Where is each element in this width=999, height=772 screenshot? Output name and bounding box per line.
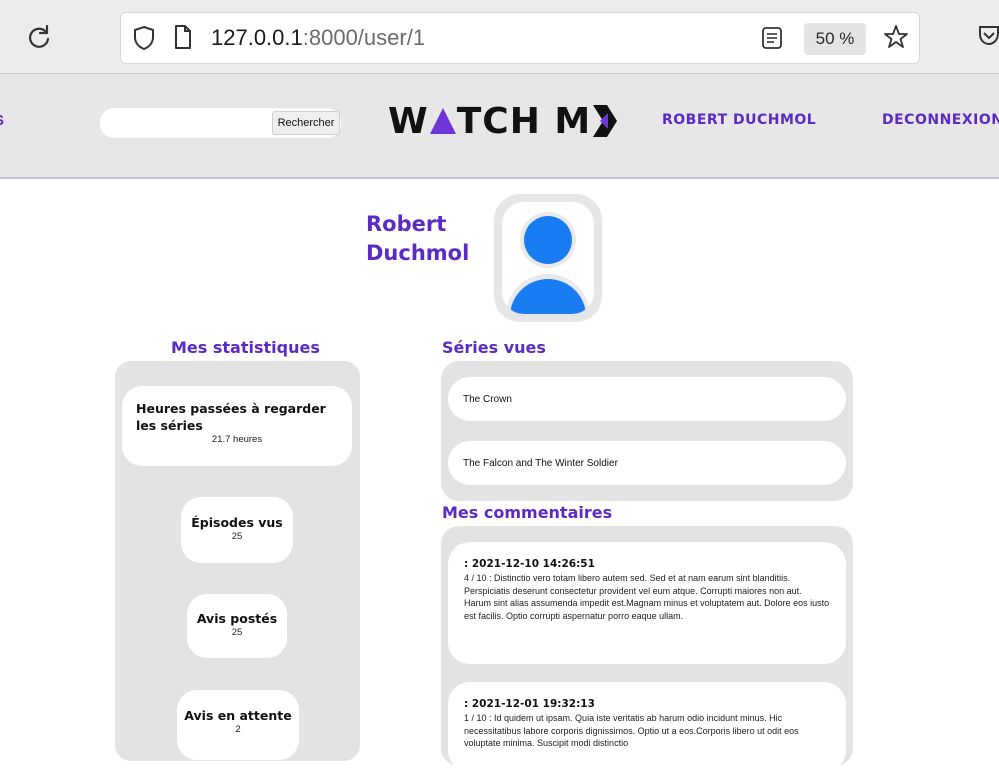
stat-value: 21.7 heures bbox=[211, 434, 263, 445]
comment-date: : 2021-12-01 19:32:13 bbox=[464, 698, 595, 710]
profile-last-name: Duchmol bbox=[366, 241, 470, 265]
zoom-level-badge[interactable]: 50 % bbox=[804, 23, 866, 55]
stat-card-episodes: Épisodes vus 25 bbox=[181, 497, 293, 563]
comments-title: Mes commentaires bbox=[442, 503, 613, 522]
series-item[interactable]: The Falcon and The Winter Soldier bbox=[448, 441, 846, 485]
reload-icon[interactable] bbox=[22, 20, 56, 54]
stat-value: 25 bbox=[231, 531, 243, 542]
url-host: 127.0.0.1 bbox=[211, 25, 303, 50]
stat-card-pending: Avis en attente 2 bbox=[177, 690, 299, 760]
nav-link-partial[interactable]: S bbox=[0, 112, 4, 129]
comment-text: 4 / 10 : Distinctio vero totam libero au… bbox=[464, 573, 830, 621]
series-item[interactable]: The Crown bbox=[448, 377, 846, 421]
browser-toolbar: 127.0.0.1:8000/user/1 50 % bbox=[0, 0, 999, 74]
page-icon bbox=[173, 24, 193, 54]
stat-label: Avis postés bbox=[196, 611, 278, 626]
site-header: S Rechercher W TCH M ROBERT DUCHMOL DECO… bbox=[0, 74, 999, 179]
stat-value: 2 bbox=[235, 724, 241, 735]
profile-first-name: Robert bbox=[366, 212, 447, 236]
logo-text-tchm: TCH M bbox=[456, 100, 592, 142]
comment-text: 1 / 10 : Id quidem ut ipsam. Quia iste v… bbox=[464, 713, 799, 748]
nav-user-link[interactable]: ROBERT DUCHMOL bbox=[662, 112, 816, 128]
shield-icon[interactable] bbox=[133, 25, 155, 55]
bookmark-star-icon[interactable] bbox=[883, 24, 909, 54]
stat-label: Avis en attente bbox=[184, 708, 292, 723]
reader-view-icon[interactable] bbox=[761, 26, 783, 54]
url-path: :8000/user/1 bbox=[302, 25, 426, 50]
search-button[interactable]: Rechercher bbox=[272, 111, 340, 135]
logo-text-w: W bbox=[388, 100, 429, 142]
stat-label: Heures passées à regarder les séries bbox=[136, 401, 326, 433]
site-logo[interactable]: W TCH M bbox=[388, 98, 619, 144]
logo-play-icon bbox=[593, 105, 618, 137]
logo-triangle-icon bbox=[429, 108, 456, 134]
stat-card-reviews: Avis postés 25 bbox=[187, 594, 287, 658]
avatar-inner bbox=[502, 202, 594, 314]
stat-value: 25 bbox=[231, 627, 243, 638]
stat-card-hours: Heures passées à regarder les séries 21.… bbox=[122, 386, 352, 466]
user-avatar-icon bbox=[506, 212, 590, 314]
avatar bbox=[494, 194, 602, 322]
stats-title: Mes statistiques bbox=[171, 338, 320, 357]
search-input[interactable] bbox=[100, 108, 270, 138]
comment-card: : 2021-12-10 14:26:51 4 / 10 : Distincti… bbox=[448, 542, 846, 664]
comment-date: : 2021-12-10 14:26:51 bbox=[464, 558, 595, 570]
logout-link[interactable]: DECONNEXION bbox=[882, 112, 999, 128]
url-text[interactable]: 127.0.0.1:8000/user/1 bbox=[211, 23, 425, 53]
address-bar[interactable]: 127.0.0.1:8000/user/1 50 % bbox=[120, 12, 920, 64]
comment-card: : 2021-12-01 19:32:13 1 / 10 : Id quidem… bbox=[448, 682, 846, 772]
series-title: Séries vues bbox=[442, 338, 546, 357]
stat-label: Épisodes vus bbox=[191, 515, 283, 530]
pocket-icon[interactable] bbox=[978, 24, 999, 50]
profile-name: Robert Duchmol bbox=[366, 210, 486, 268]
